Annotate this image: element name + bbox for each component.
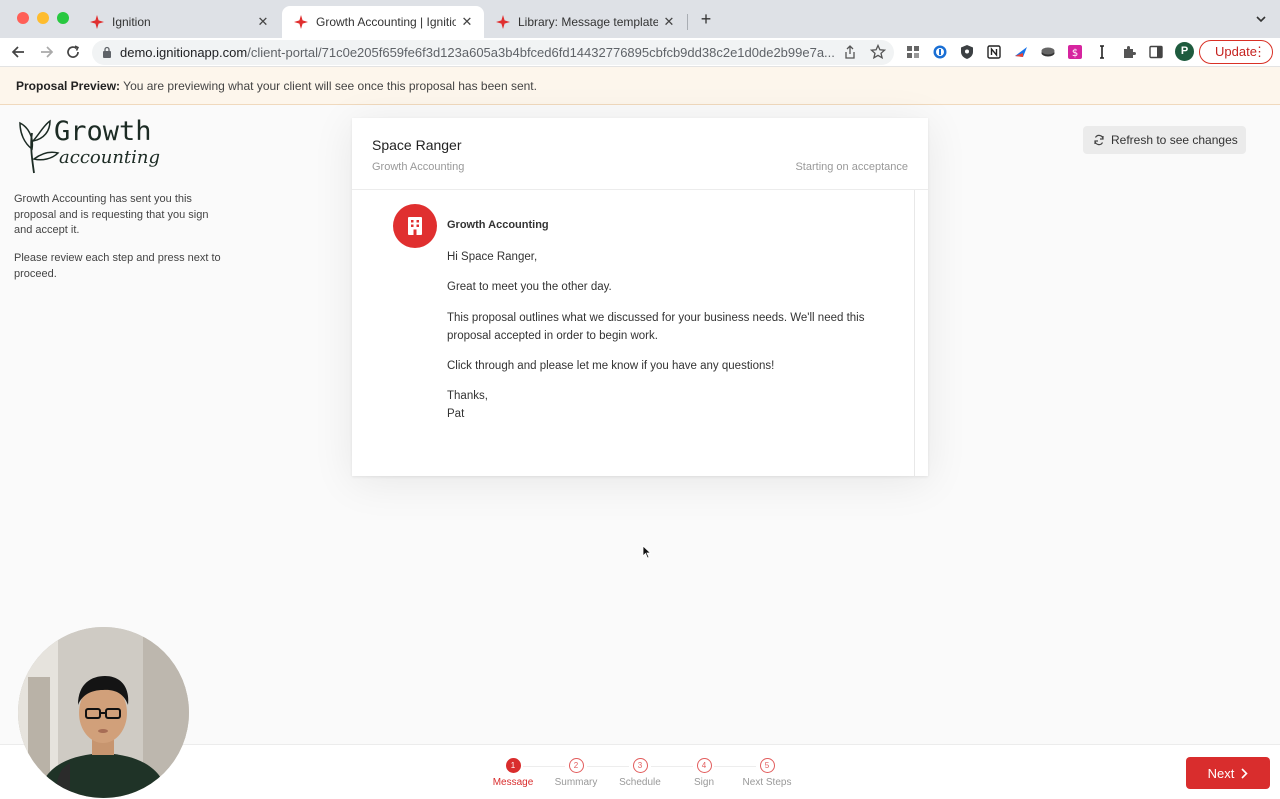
card-scrollbar[interactable] [914, 190, 915, 476]
puzzle-extensions-icon[interactable] [1121, 44, 1137, 60]
refresh-button[interactable]: Refresh to see changes [1083, 126, 1246, 154]
arrow-extension-icon[interactable] [1013, 44, 1029, 60]
logo-wordmark-line2: accounting [59, 147, 160, 168]
browser-update-button[interactable]: Update ⋮ [1199, 40, 1273, 64]
step-navigation-footer: 1 Message 2 Summary 3 Schedule 4 Sign 5 … [0, 744, 1280, 799]
browser-tab-strip: Ignition ✕ Growth Accounting | Ignition … [0, 0, 1280, 38]
ignition-logo-icon [90, 15, 104, 29]
maximize-window-button[interactable] [57, 12, 69, 24]
svg-text:$: $ [1072, 48, 1078, 59]
tab-divider [687, 14, 688, 30]
url-host: demo.ignitionapp.com [120, 45, 248, 60]
building-icon [408, 217, 422, 235]
step-sign[interactable]: 4 Sign [669, 758, 739, 788]
close-window-button[interactable] [17, 12, 29, 24]
step-schedule[interactable]: 3 Schedule [605, 758, 675, 788]
minimize-window-button[interactable] [37, 12, 49, 24]
profile-avatar[interactable]: P [1175, 42, 1194, 61]
url-path: /client-portal/71c0e205f659fe6f3d123a605… [247, 45, 835, 60]
chevron-right-icon [1241, 767, 1248, 779]
new-tab-button[interactable]: + [697, 10, 715, 28]
password-manager-icon[interactable] [932, 44, 948, 60]
step-number: 1 [505, 758, 521, 773]
step-message[interactable]: 1 Message [478, 758, 548, 788]
review-instructions-text: Please review each step and press next t… [14, 252, 221, 280]
proposal-preview-banner: Proposal Preview: You are previewing wha… [0, 67, 1280, 105]
start-date-text: Starting on acceptance [795, 161, 908, 173]
step-summary[interactable]: 2 Summary [541, 758, 611, 788]
disk-extension-icon[interactable] [1040, 44, 1056, 60]
browser-tab-library[interactable]: Library: Message templates | Ig ✕ [484, 6, 686, 38]
mouse-cursor-icon [642, 545, 652, 559]
step-label: Sign [693, 777, 714, 788]
proposal-card: Space Ranger Growth Accounting Starting … [352, 118, 928, 476]
kebab-menu-icon[interactable]: ⋮ [1253, 41, 1266, 63]
message-signature: Pat [447, 408, 465, 420]
firm-name: Growth Accounting [372, 161, 465, 173]
back-arrow-icon[interactable] [10, 43, 28, 61]
banner-text: You are previewing what your client will… [123, 79, 537, 93]
shield-icon[interactable] [959, 44, 975, 60]
banner-label: Proposal Preview: [16, 79, 121, 93]
ignition-logo-icon [496, 15, 510, 29]
refresh-icon [1094, 134, 1104, 146]
message-signoff: Thanks, [447, 390, 488, 402]
tab-title: Growth Accounting | Ignition P [316, 15, 456, 29]
logo-wordmark-line1: Growth [54, 116, 152, 147]
step-label: Message [492, 777, 534, 788]
sender-avatar [393, 204, 437, 248]
lock-icon [103, 46, 111, 58]
step-label: Summary [554, 777, 598, 788]
step-number: 4 [696, 758, 712, 773]
reload-icon[interactable] [64, 43, 82, 61]
step-label: Next Steps [742, 777, 792, 788]
update-label: Update [1215, 44, 1257, 59]
bookmark-star-icon[interactable] [870, 44, 886, 60]
share-icon[interactable] [843, 45, 857, 59]
presenter-video-image [18, 627, 189, 798]
refresh-label: Refresh to see changes [1111, 133, 1238, 147]
notion-icon[interactable] [986, 44, 1002, 60]
side-panel-icon[interactable] [1148, 44, 1164, 60]
step-number: 3 [632, 758, 648, 773]
message-paragraph-3: Click through and please let me know if … [447, 360, 775, 372]
cursor-extension-icon[interactable] [1094, 44, 1110, 60]
step-next-steps[interactable]: 5 Next Steps [732, 758, 802, 788]
chevron-down-icon[interactable] [1254, 12, 1268, 26]
message-greeting: Hi Space Ranger, [447, 251, 538, 263]
message-paragraph-2: This proposal outlines what we discussed… [447, 312, 865, 342]
step-number: 5 [759, 758, 775, 773]
next-label: Next [1207, 765, 1235, 781]
browser-toolbar: demo.ignitionapp.com/client-portal/71c0e… [0, 38, 1280, 67]
tab-title: Library: Message templates | Ig [518, 15, 658, 29]
step-number: 2 [568, 758, 584, 773]
webcam-video-overlay [18, 627, 189, 798]
ignition-logo-icon [294, 15, 308, 29]
close-tab-icon[interactable]: ✕ [460, 14, 474, 30]
step-label: Schedule [619, 777, 661, 788]
grid-extension-icon[interactable] [905, 44, 921, 60]
next-button[interactable]: Next [1186, 757, 1270, 789]
url-text: demo.ignitionapp.com/client-portal/71c0e… [120, 45, 840, 60]
client-name: Space Ranger [372, 137, 462, 153]
close-tab-icon[interactable]: ✕ [662, 14, 676, 30]
browser-tab-ignition[interactable]: Ignition ✕ [78, 6, 280, 38]
proposal-intro-text: Growth Accounting has sent you this prop… [14, 193, 209, 236]
close-tab-icon[interactable]: ✕ [256, 14, 270, 30]
tab-title: Ignition [112, 15, 151, 29]
proposal-card-header: Space Ranger Growth Accounting Starting … [352, 118, 928, 190]
sender-name: Growth Accounting [447, 219, 549, 231]
dollar-extension-icon[interactable]: $ [1067, 44, 1083, 60]
browser-tab-growth-accounting[interactable]: Growth Accounting | Ignition P ✕ [282, 6, 484, 38]
growth-accounting-logo: Growth accounting [19, 116, 160, 174]
forward-arrow-icon[interactable] [37, 43, 55, 61]
address-bar[interactable]: demo.ignitionapp.com/client-portal/71c0e… [92, 40, 894, 65]
message-paragraph-1: Great to meet you the other day. [447, 281, 612, 293]
